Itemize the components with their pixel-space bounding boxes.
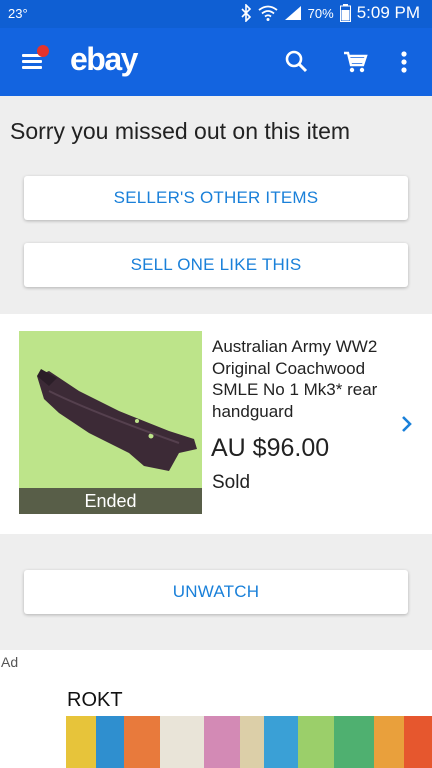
item-thumbnail[interactable]: Ended	[19, 331, 202, 514]
ad-label: Ad	[1, 654, 19, 670]
temperature-text: 23°	[8, 6, 28, 21]
sellers-other-items-button[interactable]: SELLER'S OTHER ITEMS	[24, 176, 408, 220]
item-card[interactable]: Ended Australian Army WW2 Original Coach…	[0, 314, 432, 534]
clock-time: 5:09 PM	[356, 3, 420, 22]
chevron-right-icon[interactable]	[400, 414, 414, 434]
item-status: Sold	[212, 472, 251, 493]
missed-out-section: Sorry you missed out on this item SELLER…	[0, 96, 432, 314]
notification-dot	[37, 45, 49, 57]
page-title: Sorry you missed out on this item	[10, 118, 351, 144]
hamburger-menu-icon[interactable]	[20, 45, 49, 74]
handguard-image	[19, 331, 202, 514]
ad-section: Ad ROKT	[0, 650, 432, 768]
item-price: AU $96.00	[211, 434, 330, 462]
ad-brand[interactable]: ROKT	[67, 689, 123, 712]
ended-badge: Ended	[19, 488, 202, 514]
sell-one-like-this-button[interactable]: SELL ONE LIKE THIS	[24, 243, 408, 287]
app-bar: ebay	[0, 28, 432, 96]
unwatch-section: UNWATCH	[0, 534, 432, 650]
ad-banner-image[interactable]	[66, 716, 432, 768]
signal-icon	[284, 5, 302, 21]
status-bar: 23° 70% 5:09 PM	[0, 0, 432, 28]
wifi-icon	[258, 5, 278, 21]
battery-icon	[339, 4, 351, 22]
more-vert-icon[interactable]	[394, 48, 414, 76]
unwatch-button[interactable]: UNWATCH	[24, 570, 408, 614]
battery-percent: 70%	[307, 5, 334, 21]
search-icon[interactable]	[283, 48, 311, 76]
ebay-logo[interactable]: ebay	[70, 41, 138, 78]
item-title[interactable]: Australian Army WW2 Original Coachwood S…	[212, 336, 397, 422]
cart-icon[interactable]	[342, 48, 370, 76]
bluetooth-icon	[240, 4, 252, 22]
